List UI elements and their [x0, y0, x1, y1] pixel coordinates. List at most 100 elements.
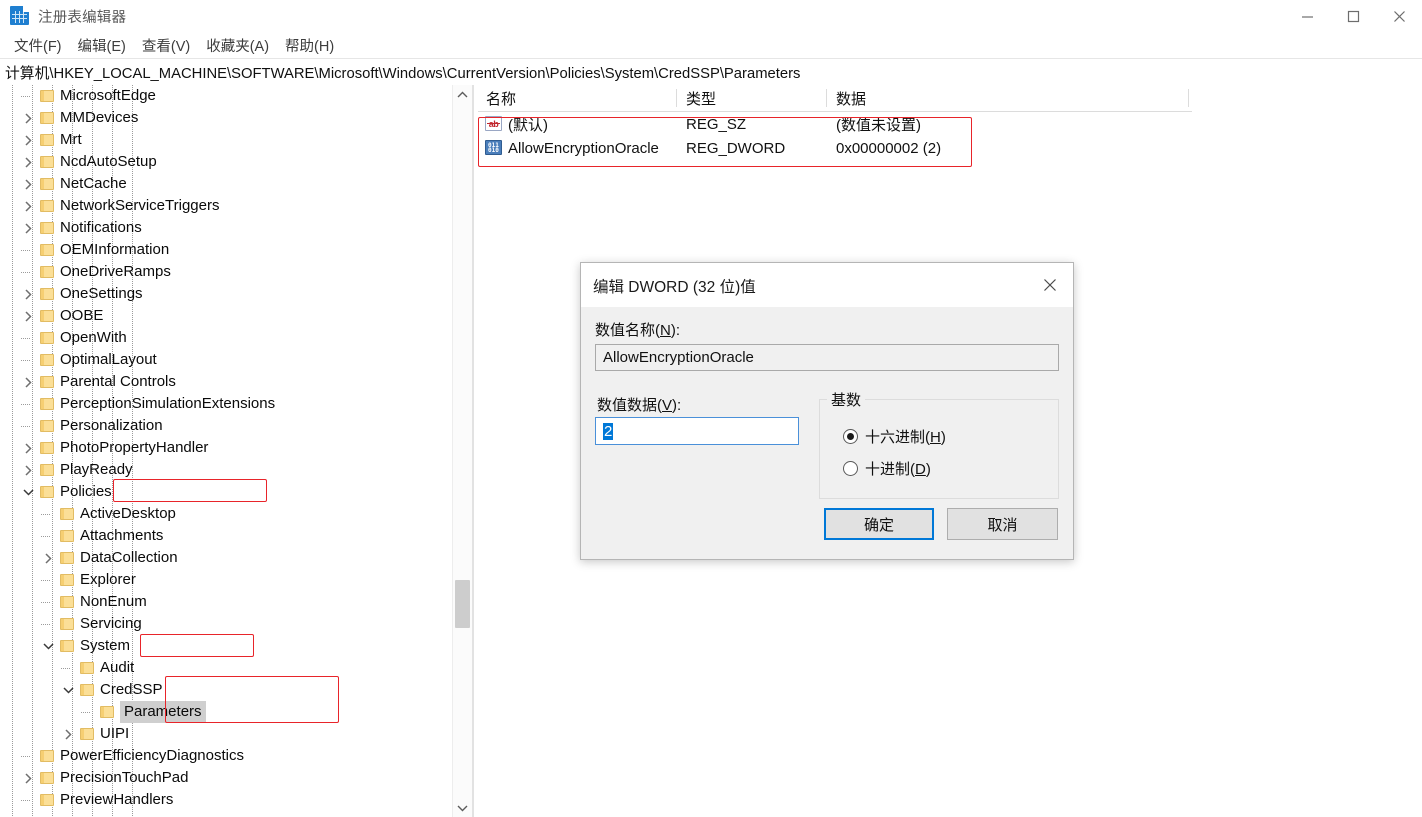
tree-item-attachments[interactable]: Attachments — [0, 525, 452, 547]
minimize-icon[interactable] — [1284, 0, 1330, 32]
tree-item-uipi[interactable]: UIPI — [0, 723, 452, 745]
tree-item-label: PerceptionSimulationExtensions — [60, 395, 276, 412]
table-row[interactable]: 011 010 AllowEncryptionOracle REG_DWORD … — [478, 136, 1192, 160]
chevron-right-icon[interactable] — [20, 770, 36, 786]
tree-item-label: PhotoPropertyHandler — [60, 439, 209, 456]
tree-item-parameters[interactable]: Parameters — [0, 701, 452, 723]
tree-item-label: ActiveDesktop — [80, 505, 176, 522]
registry-icon — [10, 5, 30, 25]
chevron-right-icon[interactable] — [20, 110, 36, 126]
chevron-right-icon[interactable] — [20, 154, 36, 170]
tree-item-powerefficiencydiagnostics[interactable]: PowerEfficiencyDiagnostics — [0, 745, 452, 767]
column-header-name[interactable]: 名称 — [486, 85, 516, 111]
tree-item-optimallayout[interactable]: OptimalLayout — [0, 349, 452, 371]
chevron-right-icon[interactable] — [20, 462, 36, 478]
tree-item-explorer[interactable]: Explorer — [0, 569, 452, 591]
tree-item-policies[interactable]: Policies — [0, 481, 452, 503]
column-divider-3[interactable] — [1188, 89, 1189, 107]
tree-item-notifications[interactable]: Notifications — [0, 217, 452, 239]
folder-icon — [40, 463, 54, 476]
tree-item-activedesktop[interactable]: ActiveDesktop — [0, 503, 452, 525]
tree-item-label: OpenWith — [60, 329, 127, 346]
tree-item-audit[interactable]: Audit — [0, 657, 452, 679]
chevron-right-icon[interactable] — [40, 550, 56, 566]
chevron-up-icon[interactable] — [453, 85, 472, 104]
cancel-button[interactable]: 取消 — [947, 508, 1058, 540]
folder-icon — [40, 199, 54, 212]
tree-item-system[interactable]: System — [0, 635, 452, 657]
column-divider-1[interactable] — [676, 89, 677, 107]
tree-item-parental-controls[interactable]: Parental Controls — [0, 371, 452, 393]
ok-button[interactable]: 确定 — [824, 508, 934, 540]
close-icon[interactable] — [1376, 0, 1422, 32]
tree-connector — [81, 712, 90, 713]
folder-icon — [40, 89, 54, 102]
value-data-input[interactable]: 2 — [595, 417, 799, 445]
maximize-icon[interactable] — [1330, 0, 1376, 32]
value-name-text: AllowEncryptionOracle — [603, 349, 754, 366]
tree-item-oeminformation[interactable]: OEMInformation — [0, 239, 452, 261]
tree-item-photopropertyhandler[interactable]: PhotoPropertyHandler — [0, 437, 452, 459]
tree-item-onedriveramps[interactable]: OneDriveRamps — [0, 261, 452, 283]
tree-item-netcache[interactable]: NetCache — [0, 173, 452, 195]
folder-icon — [60, 617, 74, 630]
chevron-right-icon[interactable] — [20, 132, 36, 148]
menu-help[interactable]: 帮助(H) — [277, 33, 342, 58]
table-row[interactable]: ab (默认) REG_SZ (数值未设置) — [478, 112, 1192, 136]
chevron-right-icon[interactable] — [20, 374, 36, 390]
chevron-down-icon[interactable] — [40, 638, 56, 654]
tree-item-servicing[interactable]: Servicing — [0, 613, 452, 635]
string-value-icon: ab — [485, 116, 502, 131]
tree-item-networkservicetriggers[interactable]: NetworkServiceTriggers — [0, 195, 452, 217]
tree-item-datacollection[interactable]: DataCollection — [0, 547, 452, 569]
registry-tree-pane[interactable]: MicrosoftEdge MMDevices Mrt NcdAutoSetup Net… — [0, 85, 452, 817]
column-header-data[interactable]: 数据 — [836, 85, 866, 111]
tree-item-oobe[interactable]: OOBE — [0, 305, 452, 327]
value-name-input[interactable]: AllowEncryptionOracle — [595, 344, 1059, 371]
close-icon[interactable] — [1027, 263, 1073, 307]
tree-item-previewhandlers[interactable]: PreviewHandlers — [0, 789, 452, 811]
chevron-right-icon[interactable] — [20, 176, 36, 192]
address-bar[interactable]: 计算机\HKEY_LOCAL_MACHINE\SOFTWARE\Microsof… — [0, 58, 1422, 86]
chevron-down-icon[interactable] — [60, 682, 76, 698]
tree-item-credssp[interactable]: CredSSP — [0, 679, 452, 701]
menu-view[interactable]: 查看(V) — [134, 33, 198, 58]
chevron-right-icon[interactable] — [20, 198, 36, 214]
menu-edit[interactable]: 编辑(E) — [70, 33, 134, 58]
tree-item-onesettings[interactable]: OneSettings — [0, 283, 452, 305]
menu-favorites[interactable]: 收藏夹(A) — [198, 33, 277, 58]
chevron-right-icon[interactable] — [20, 220, 36, 236]
tree-item-ncdautosetup[interactable]: NcdAutoSetup — [0, 151, 452, 173]
folder-icon — [100, 705, 114, 718]
chevron-down-icon[interactable] — [20, 484, 36, 500]
chevron-right-icon[interactable] — [20, 286, 36, 302]
chevron-right-icon[interactable] — [20, 308, 36, 324]
menu-file[interactable]: 文件(F) — [6, 33, 70, 58]
tree-item-personalization[interactable]: Personalization — [0, 415, 452, 437]
tree-item-perceptionsimulationextensions[interactable]: PerceptionSimulationExtensions — [0, 393, 452, 415]
radio-decimal[interactable]: 十进制(D) — [843, 458, 931, 479]
radio-hexadecimal-label: 十六进制(H) — [865, 426, 946, 447]
radio-decimal-label: 十进制(D) — [865, 458, 931, 479]
hex-label-prefix: 十六进制( — [865, 429, 930, 446]
tree-item-mrt[interactable]: Mrt — [0, 129, 452, 151]
registry-tree: MicrosoftEdge MMDevices Mrt NcdAutoSetup Net… — [0, 85, 452, 811]
window-controls — [1284, 0, 1422, 32]
tree-item-playready[interactable]: PlayReady — [0, 459, 452, 481]
tree-item-mmdevices[interactable]: MMDevices — [0, 107, 452, 129]
tree-item-nonenum[interactable]: NonEnum — [0, 591, 452, 613]
column-divider-2[interactable] — [826, 89, 827, 107]
value-name-label: 数值名称(N): — [595, 319, 680, 340]
tree-item-openwith[interactable]: OpenWith — [0, 327, 452, 349]
tree-item-precisiontouchpad[interactable]: PrecisionTouchPad — [0, 767, 452, 789]
radio-hexadecimal[interactable]: 十六进制(H) — [843, 426, 946, 447]
scrollbar-thumb[interactable] — [455, 580, 470, 628]
dec-label-prefix: 十进制( — [865, 461, 915, 478]
chevron-down-icon[interactable] — [453, 798, 472, 817]
column-header-type[interactable]: 类型 — [686, 85, 716, 111]
tree-item-microsoftedge[interactable]: MicrosoftEdge — [0, 85, 452, 107]
folder-icon — [40, 771, 54, 784]
chevron-right-icon[interactable] — [60, 726, 76, 742]
chevron-right-icon[interactable] — [20, 440, 36, 456]
tree-scrollbar[interactable] — [452, 85, 472, 817]
